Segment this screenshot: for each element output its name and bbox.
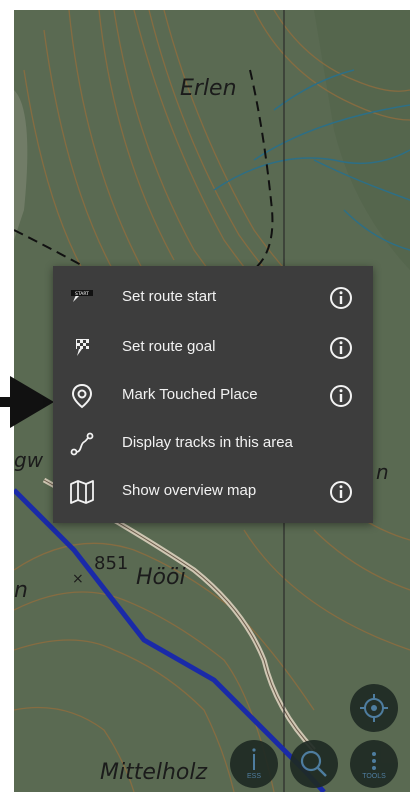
map-label-n-left: n <box>14 578 28 603</box>
map-label-n-right: n <box>376 460 389 484</box>
map-label-elevation: 851 <box>94 553 129 574</box>
menu-item-label: Set route start <box>122 288 217 305</box>
map-label-hooi: Hööi <box>136 565 186 590</box>
info-icon[interactable] <box>328 285 354 311</box>
map-pin-icon <box>68 382 96 410</box>
more-vertical-icon <box>372 752 376 770</box>
menu-item-set-route-goal[interactable]: Set route goal <box>53 324 373 372</box>
map-context-menu: START Set route start Set route goal Mar… <box>53 266 373 523</box>
route-start-flag-icon: START <box>68 284 96 312</box>
tracks-icon <box>68 430 96 458</box>
touch-pointer-arrow <box>0 374 54 430</box>
menu-item-set-route-start[interactable]: START Set route start <box>53 274 373 322</box>
svg-text:×: × <box>72 571 84 587</box>
more-menu-button[interactable]: TOOLS <box>350 740 398 788</box>
more-button-sublabel: TOOLS <box>362 773 386 780</box>
menu-item-label: Show overview map <box>122 482 257 499</box>
info-icon <box>252 748 256 770</box>
menu-item-label: Mark Touched Place <box>122 386 258 403</box>
route-goal-flag-icon <box>68 334 96 362</box>
map-label-mittelholz: Mittelholz <box>100 760 208 785</box>
info-icon[interactable] <box>328 479 354 505</box>
map-label-gw: gw <box>14 448 44 472</box>
info-button-sublabel: ESS <box>246 773 261 780</box>
start-badge-text: START <box>75 291 89 297</box>
overview-map-icon <box>68 478 96 506</box>
info-icon[interactable] <box>328 335 354 361</box>
locate-button[interactable] <box>350 684 398 732</box>
menu-item-display-tracks[interactable]: Display tracks in this area <box>53 420 373 468</box>
menu-item-label: Display tracks in this area <box>122 434 293 451</box>
menu-item-label: Set route goal <box>122 338 216 355</box>
screen: × Erlen gw n 851 Hööi n Mittelholz START… <box>0 0 412 792</box>
gps-crosshair-icon <box>360 694 388 722</box>
menu-item-show-overview-map[interactable]: Show overview map <box>53 468 373 516</box>
info-button[interactable]: ESS <box>230 740 278 788</box>
search-button[interactable] <box>290 740 338 788</box>
info-icon[interactable] <box>328 383 354 409</box>
menu-item-mark-touched-place[interactable]: Mark Touched Place <box>53 372 373 420</box>
map-label-erlen: Erlen <box>180 76 237 101</box>
search-icon <box>300 750 327 777</box>
